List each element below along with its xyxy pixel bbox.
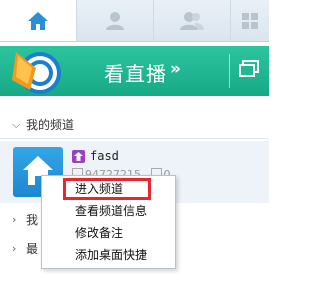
section-2[interactable]: › 我 [12, 211, 38, 228]
section-my-channels[interactable]: ⌵ 我的频道 [12, 116, 74, 133]
menu-item-channel-info[interactable]: 查看频道信息 [43, 200, 174, 222]
watch-live-label: 看直播 [104, 62, 167, 86]
vip-badge-icon [72, 150, 85, 163]
top-tab-bar [0, 0, 269, 42]
chevron-right-icon: › [12, 213, 17, 226]
channel-context-menu: 进入频道 查看频道信息 修改备注 添加桌面快捷 [41, 175, 176, 269]
home-icon [28, 11, 48, 30]
section-2-label: 我 [26, 213, 39, 227]
banner-divider [229, 54, 230, 88]
channel-name: fasd [90, 149, 119, 163]
divider [0, 138, 269, 139]
tab-contacts[interactable] [154, 0, 231, 41]
menu-item-enter-channel[interactable]: 进入频道 [43, 178, 174, 200]
section-3-label: 最 [26, 242, 39, 256]
tab-home[interactable] [0, 0, 77, 41]
tab-profile[interactable] [77, 0, 154, 41]
chevron-down-icon: ⌵ [12, 117, 21, 131]
tab-apps[interactable] [231, 0, 269, 41]
watch-live-banner[interactable]: 看直播 » [0, 46, 269, 96]
section-3[interactable]: › 最 [12, 240, 38, 257]
yy-logo-icon [12, 52, 61, 94]
section-my-channels-label: 我的频道 [26, 118, 75, 132]
chevron-right-icon: › [12, 242, 17, 255]
menu-item-edit-note[interactable]: 修改备注 [43, 222, 174, 244]
double-chevron-icon: » [170, 59, 181, 79]
mini-window-icon[interactable] [239, 60, 259, 78]
menu-item-add-shortcut[interactable]: 添加桌面快捷 [43, 244, 174, 266]
contacts-icon [180, 11, 204, 30]
user-icon [106, 11, 124, 30]
grid-icon [242, 12, 258, 29]
